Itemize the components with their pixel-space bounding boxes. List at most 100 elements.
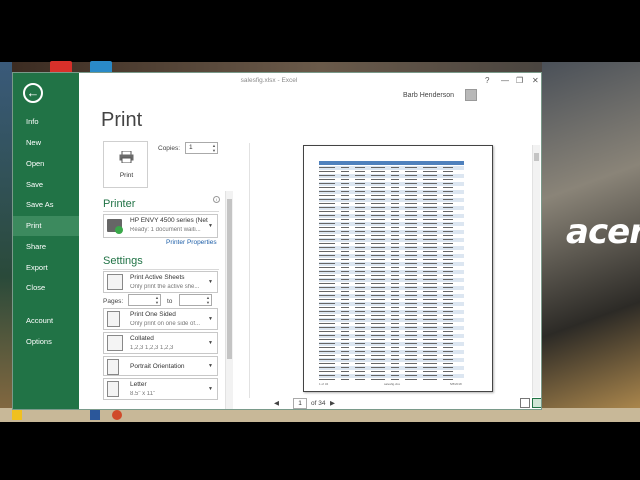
close-button[interactable]: ✕ [532, 76, 539, 85]
sided-select[interactable]: Print One Sided Only print on one side o… [103, 308, 218, 330]
preview-cell [371, 167, 385, 169]
help-button[interactable]: ? [485, 76, 489, 85]
nav-options[interactable]: Options [13, 332, 79, 352]
word-taskbar-icon[interactable] [90, 410, 100, 420]
portrait-page-icon [107, 359, 119, 375]
preview-cell [391, 195, 399, 197]
paper-size-select[interactable]: Letter 8.5" x 11" ▼ [103, 378, 218, 400]
preview-cell [443, 175, 453, 177]
page-number-input[interactable]: 1 [293, 398, 307, 409]
account-name[interactable]: Barb Henderson [403, 92, 454, 99]
preview-cell [443, 187, 453, 189]
taskbar-app-icon[interactable] [12, 410, 22, 420]
preview-cell [319, 255, 335, 257]
nav-save-as[interactable]: Save As [13, 195, 79, 215]
preview-cell [355, 351, 365, 353]
collated-select[interactable]: Collated 1,2,3 1,2,3 1,2,3 ▼ [103, 332, 218, 354]
minimize-button[interactable]: — [501, 76, 509, 85]
preview-cell [391, 335, 399, 337]
preview-cell [319, 239, 335, 241]
stepper-arrows-icon[interactable]: ▲ ▼ [212, 143, 216, 153]
preview-cell [423, 263, 437, 265]
preview-cell [341, 215, 349, 217]
preview-cell [391, 207, 399, 209]
print-button[interactable]: Print [103, 141, 148, 188]
printer-select[interactable]: HP ENVY 4500 series (Net... Ready: 1 doc… [103, 214, 218, 238]
copies-value: 1 [189, 144, 193, 151]
printer-properties-link[interactable]: Printer Properties [166, 239, 217, 246]
preview-cell [319, 187, 335, 189]
preview-cell [319, 183, 335, 185]
orientation-select[interactable]: Portrait Orientation ▼ [103, 356, 218, 376]
nav-new[interactable]: New [13, 133, 79, 153]
preview-cell [355, 215, 365, 217]
copies-stepper[interactable]: 1 ▲ ▼ [185, 142, 218, 154]
preview-scroll-thumb[interactable] [534, 153, 539, 161]
preview-cell [319, 167, 335, 169]
nav-print[interactable]: Print [13, 216, 79, 236]
preview-cell [319, 307, 335, 309]
preview-cell [371, 251, 385, 253]
nav-account[interactable]: Account [13, 311, 79, 331]
stepper-arrows-icon[interactable]: ▲ ▼ [206, 295, 210, 305]
show-margins-icon[interactable] [520, 398, 530, 408]
preview-cell [341, 175, 349, 177]
preview-scrollbar[interactable] [532, 145, 540, 397]
preview-cell [405, 331, 417, 333]
preview-cell [443, 167, 453, 169]
nav-save[interactable]: Save [13, 175, 79, 195]
preview-cell [405, 283, 417, 285]
settings-scrollbar[interactable] [225, 191, 233, 409]
preview-cell [391, 363, 399, 365]
preview-cell [391, 307, 399, 309]
preview-cell [319, 299, 335, 301]
nav-open[interactable]: Open [13, 154, 79, 174]
back-arrow-icon[interactable]: ← [23, 83, 43, 103]
nav-close[interactable]: Close [13, 278, 79, 298]
next-page-icon[interactable]: ▶ [330, 399, 335, 407]
preview-cell [405, 371, 417, 373]
preview-cell [405, 299, 417, 301]
nav-share[interactable]: Share [13, 237, 79, 257]
preview-cell [405, 363, 417, 365]
stepper-arrows-icon[interactable]: ▲ ▼ [155, 295, 159, 305]
one-sided-page-icon [107, 311, 120, 327]
prev-page-icon[interactable]: ◀ [274, 399, 279, 407]
preview-cell [371, 279, 385, 281]
browser-taskbar-icon[interactable] [112, 410, 122, 420]
settings-scroll-thumb[interactable] [227, 199, 232, 359]
preview-cell [391, 319, 399, 321]
preview-cell [443, 371, 453, 373]
avatar[interactable] [465, 89, 477, 101]
preview-cell [371, 247, 385, 249]
preview-cell [443, 311, 453, 313]
nav-export[interactable]: Export [13, 258, 79, 278]
preview-cell [423, 271, 437, 273]
preview-cell [423, 199, 437, 201]
preview-cell [391, 203, 399, 205]
preview-cell [405, 379, 417, 381]
pages-to-input[interactable]: ▲ ▼ [179, 294, 212, 306]
preview-cell [443, 275, 453, 277]
preview-cell [319, 179, 335, 181]
preview-cell [423, 243, 437, 245]
print-button-label: Print [119, 172, 134, 179]
preview-cell [371, 363, 385, 365]
info-icon[interactable]: i [213, 196, 220, 203]
preview-cell [371, 375, 385, 377]
preview-cell [319, 263, 335, 265]
preview-cell [319, 331, 335, 333]
preview-cell [391, 315, 399, 317]
preview-cell [341, 375, 349, 377]
preview-cell [405, 179, 417, 181]
pages-from-input[interactable]: ▲ ▼ [128, 294, 161, 306]
preview-cell [371, 379, 385, 381]
nav-info[interactable]: Info [13, 112, 79, 132]
preview-cell [355, 323, 365, 325]
preview-cell [371, 315, 385, 317]
active-sheets-select[interactable]: Print Active Sheets Only print the activ… [103, 271, 218, 293]
zoom-to-page-icon[interactable] [532, 398, 541, 408]
preview-cell [319, 371, 335, 373]
preview-cell [391, 331, 399, 333]
restore-button[interactable]: ❐ [516, 76, 523, 85]
